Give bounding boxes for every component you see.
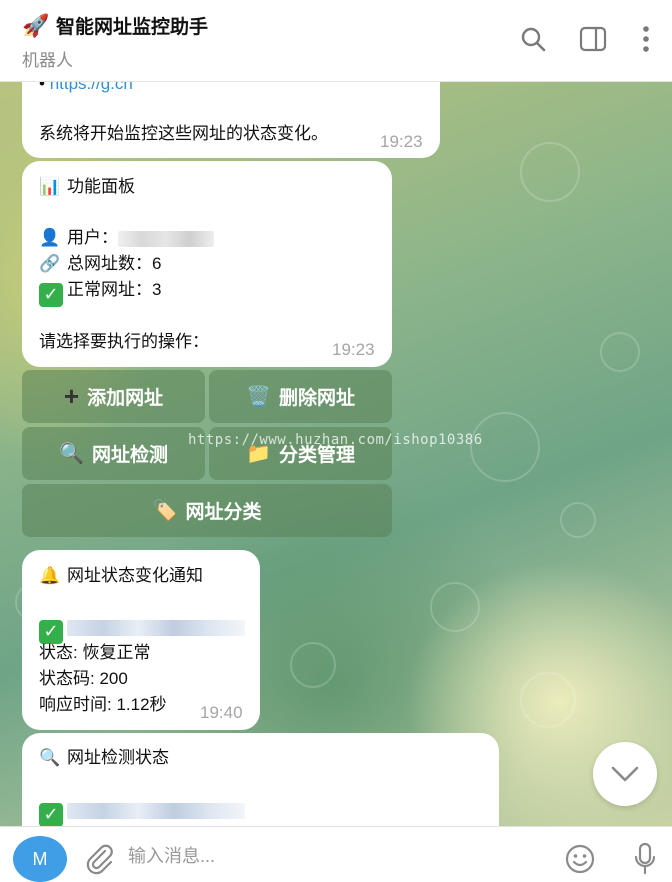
voice-record-button[interactable] [627,841,663,877]
total-urls-label: 总网址数： [67,254,152,273]
ok-urls-label: 正常网址： [67,280,152,299]
attach-button[interactable] [82,841,118,877]
rocket-icon: 🚀 [22,12,50,38]
chat-header: 🚀 智能网址监控助手 机器人 [0,0,672,82]
panel-title: 功能面板 [67,177,135,196]
message-input[interactable] [128,839,508,873]
chat-subtitle: 机器人 [22,51,73,70]
user-icon: 👤 [39,228,61,247]
message-text: 系统将开始监控这些网址的状态变化。 [39,124,328,143]
redacted-url [67,802,245,819]
check-url-label: 网址检测 [91,445,168,466]
status-change-message: 🔔 网址状态变化通知 ✓ 状态: 恢复正常 状态码: 200 响应时间: 1.12… [22,550,260,730]
check-url-button[interactable]: 🔍 网址检测 [22,427,205,480]
smiley-icon [565,844,595,874]
more-menu-button[interactable] [629,22,663,56]
message-time: 19:40 [200,703,243,722]
bell-icon: 🔔 [39,566,61,585]
add-url-label: 添加网址 [87,388,164,409]
avatar[interactable]: M [13,836,67,882]
ok-urls-value: 3 [152,280,162,299]
trash-icon: 🗑️ [246,386,271,408]
more-vertical-icon [643,26,649,52]
message-time: 19:23 [380,132,423,151]
url-classify-button[interactable]: 🏷️ 网址分类 [22,484,392,537]
redacted-username [118,230,214,247]
chevron-down-icon [611,766,639,782]
redacted-url [67,619,245,636]
add-url-button[interactable]: + 添加网址 [22,370,205,423]
paperclip-icon [86,844,113,875]
microphone-icon [634,842,656,875]
magnifier-icon: 🔍 [59,443,84,465]
plus-icon: + [63,381,80,411]
response-time-text: 响应时间: 1.12秒 [39,695,167,714]
chat-title-row[interactable]: 🚀 智能网址监控助手 [22,12,208,39]
notification-title: 网址状态变化通知 [67,566,203,585]
action-prompt: 请选择要执行的操作： [39,332,209,351]
check-status-title: 网址检测状态 [67,748,169,767]
function-panel-message: 📊 功能面板 👤 用户： 🔗 总网址数：6 ✓ 正常网址：3 请选择要执行的操作： 19… [22,161,392,367]
sidebar-toggle-button[interactable] [576,22,610,56]
emoji-button[interactable] [562,841,598,877]
link-icon: 🔗 [39,254,61,273]
search-button[interactable] [516,22,550,56]
status-text: 状态: 恢复正常 [39,643,151,662]
status-code-text: 状态码: 200 [39,669,128,688]
scroll-to-bottom-button[interactable] [593,742,657,806]
check-mark-icon: ✓ [39,802,63,827]
check-mark-icon: ✓ [39,282,63,307]
watermark-text: https://www.huzhan.com/ishop10386 [188,432,483,448]
message-time: 19:23 [332,340,375,359]
message-composer: M [0,826,672,882]
user-label: 用户： [67,228,118,247]
total-urls-value: 6 [152,254,162,273]
url-classify-label: 网址分类 [185,502,262,523]
magnifier-icon: 🔍 [39,748,61,767]
sidebar-toggle-icon [579,26,607,52]
delete-url-label: 删除网址 [278,388,355,409]
delete-url-button[interactable]: 🗑️ 删除网址 [209,370,392,423]
bar-chart-icon: 📊 [39,177,61,196]
chat-title: 智能网址监控助手 [56,17,209,38]
tag-icon: 🏷️ [152,500,178,522]
search-icon [521,27,546,52]
